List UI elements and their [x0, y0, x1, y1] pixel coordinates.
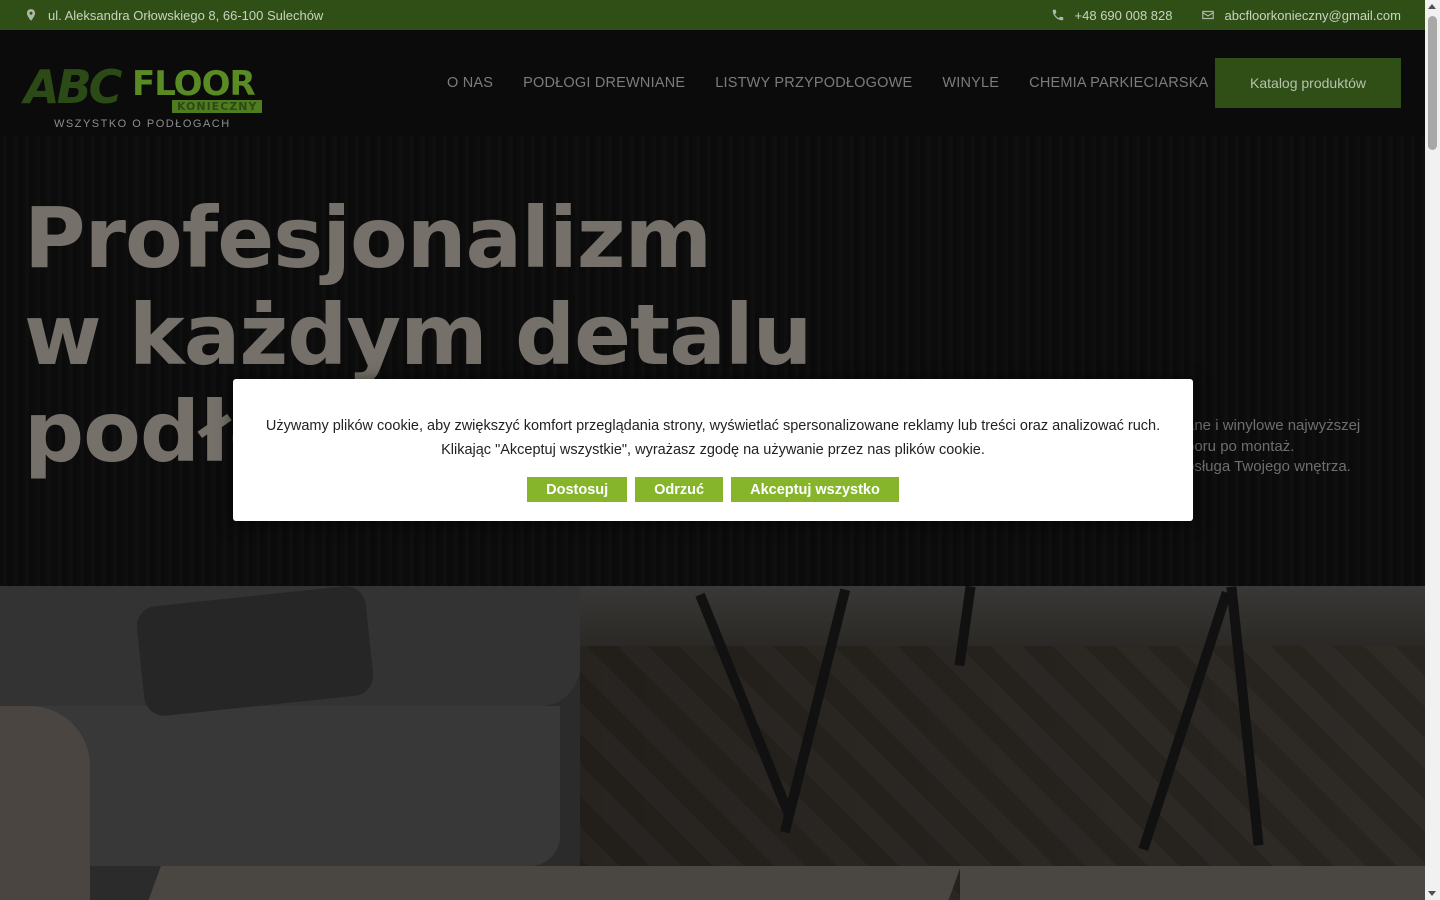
hero-title-line: Profesjonalizm — [24, 189, 712, 287]
email-link[interactable]: abcfloorkonieczny@gmail.com — [1201, 7, 1402, 23]
logo-abc: ABC — [24, 60, 122, 114]
cookie-text-line: Używamy plików cookie, aby zwiększyć kom… — [265, 418, 1161, 434]
cookie-text-line: Klikając "Akceptuj wszystkie", wyrażasz … — [441, 442, 985, 458]
cookie-accept-all-button[interactable]: Akceptuj wszystko — [731, 477, 899, 502]
top-contact-bar: ul. Aleksandra Orłowskiego 8, 66-100 Sul… — [0, 0, 1425, 30]
nav-item-podlogi-drewniane[interactable]: PODŁOGI DREWNIANE — [523, 75, 685, 91]
catalog-button[interactable]: Katalog produktów — [1215, 58, 1401, 108]
logo-tagline: WSZYSTKO O PODŁOGACH — [54, 118, 231, 130]
page-scrollbar[interactable] — [1425, 0, 1440, 900]
photo-rug — [139, 866, 961, 900]
logo-konieczny: KONIECZNY — [172, 100, 263, 113]
photo-sofa — [0, 586, 580, 900]
scroll-up-arrow-icon[interactable] — [1428, 4, 1436, 9]
scroll-down-arrow-icon[interactable] — [1428, 891, 1436, 896]
hero-title-line: w każdym detalu — [24, 286, 812, 384]
email-text: abcfloorkonieczny@gmail.com — [1224, 7, 1402, 23]
main-nav: O NAS PODŁOGI DREWNIANE LISTWY PRZYPODŁO… — [447, 75, 1209, 91]
hero-description-line: ane i winylowe najwyższej — [1186, 417, 1361, 434]
hero-description-line: boru po montaż. — [1186, 437, 1295, 455]
address-text: ul. Aleksandra Orłowskiego 8, 66-100 Sul… — [48, 7, 324, 23]
scrollbar-thumb[interactable] — [1428, 16, 1437, 150]
photo-blanket — [0, 706, 90, 900]
photo-rug — [960, 866, 1425, 900]
cookie-buttons: Dostosuj Odrzuć Akceptuj wszystko — [233, 477, 1193, 502]
nav-item-chemia[interactable]: CHEMIA PARKIECIARSKA — [1029, 75, 1208, 91]
phone-icon — [1052, 9, 1063, 21]
cookie-customize-button[interactable]: Dostosuj — [527, 477, 628, 502]
cookie-reject-button[interactable]: Odrzuć — [635, 477, 724, 502]
nav-item-winyle[interactable]: WINYLE — [942, 75, 999, 91]
phone-text: +48 690 008 828 — [1074, 7, 1173, 23]
address-group: ul. Aleksandra Orłowskiego 8, 66-100 Sul… — [24, 8, 323, 23]
hero-description: ane i winylowe najwyższej boru po montaż… — [1186, 416, 1416, 478]
envelope-icon — [1201, 10, 1214, 20]
location-pin-icon — [26, 9, 36, 21]
nav-item-listwy[interactable]: LISTWY PRZYPODŁOGOWE — [715, 75, 912, 91]
logo-floor: FLOOR — [132, 64, 256, 104]
hero-description-line: bsługa Twojego wnętrza. — [1186, 458, 1351, 475]
cookie-consent-dialog: Używamy plików cookie, aby zwiększyć kom… — [233, 379, 1193, 521]
site-header: ABC FLOOR KONIECZNY WSZYSTKO O PODŁOGACH… — [0, 30, 1425, 136]
site-logo[interactable]: ABC FLOOR KONIECZNY WSZYSTKO O PODŁOGACH — [24, 48, 264, 130]
nav-item-o-nas[interactable]: O NAS — [447, 75, 493, 91]
interior-photo — [0, 586, 1425, 900]
photo-wall — [540, 586, 1425, 646]
phone-link[interactable]: +48 690 008 828 — [1051, 8, 1173, 23]
